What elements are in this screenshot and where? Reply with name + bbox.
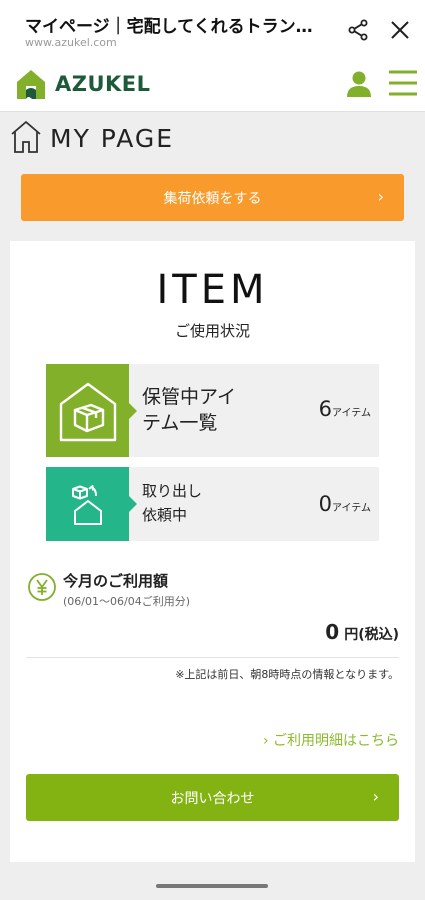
page-title: MY PAGE [50,124,175,153]
yen-icon [27,572,57,602]
item-title: ITEM [156,267,269,313]
contact-label: お問い合わせ [170,791,255,807]
chevron-right-icon: › [372,787,379,806]
retrieval-requests-label-line1: 取り出し [142,482,203,500]
item-subtitle: ご使用状況 [174,322,250,340]
usage-amount: 0 円(税込) [325,620,399,644]
site-header: AZUKEL [0,56,425,112]
pickup-request-label: 集荷依頼をする [163,191,262,207]
usage-detail-link[interactable]: › ご利用明細はこちら [263,730,399,750]
browser-url: www.azukel.com [25,36,117,49]
retrieval-requests-unit: アイテム [332,503,371,514]
chevron-right-icon: › [377,187,384,206]
browser-title: マイページ｜宅配してくれるトランク… [25,17,325,37]
contact-button[interactable]: お問い合わせ › [26,774,399,821]
house-box-icon [46,364,137,457]
browser-bar: マイページ｜宅配してくれるトランク… www.azukel.com [0,0,425,56]
retrieval-requests-label: 取り出し 依頼中 [142,479,202,527]
usage-amount-currency: 円(税込) [344,627,399,643]
chevron-right-icon: › [262,733,269,749]
retrieval-requests-count: 0アイテム [319,492,371,516]
retrieval-requests-row[interactable]: 取り出し 依頼中 0アイテム [46,467,379,541]
stored-items-label: 保管中アイ テム一覧 [142,384,236,436]
retrieval-requests-number: 0 [318,492,332,516]
stored-items-count: 6アイテム [319,397,371,421]
stored-items-row[interactable]: 保管中アイ テム一覧 6アイテム [46,364,379,457]
stored-items-number: 6 [318,397,332,421]
close-icon[interactable] [388,18,412,42]
box-delivery-icon [46,467,137,541]
item-card: ITEM ご使用状況 保管中アイ テム一覧 6アイテム 取り出し 依頼中 0アイ… [10,241,415,862]
stored-items-label-line1: 保管中アイ [142,386,237,408]
azukel-logo-icon[interactable] [14,68,48,102]
home-icon [10,120,42,154]
pickup-request-button[interactable]: 集荷依頼をする › [21,174,404,221]
home-indicator[interactable] [156,884,268,888]
page-title-row: MY PAGE [10,118,310,158]
stored-items-unit: アイテム [332,408,371,419]
user-icon[interactable] [346,70,372,98]
hamburger-menu-icon[interactable] [387,68,419,100]
usage-period: (06/01〜06/04ご利用分) [63,595,190,608]
stored-items-label-line2: テム一覧 [142,412,218,434]
usage-detail-label: ご利用明細はこちら [273,733,399,749]
share-icon[interactable] [346,18,370,42]
retrieval-requests-label-line2: 依頼中 [142,506,188,524]
logo-text[interactable]: AZUKEL [55,72,151,96]
usage-note: ※上記は前日、朝8時時点の情報となります。 [175,668,399,681]
usage-amount-value: 0 [325,620,340,644]
divider [26,657,399,658]
usage-title: 今月のご利用額 [63,572,169,590]
